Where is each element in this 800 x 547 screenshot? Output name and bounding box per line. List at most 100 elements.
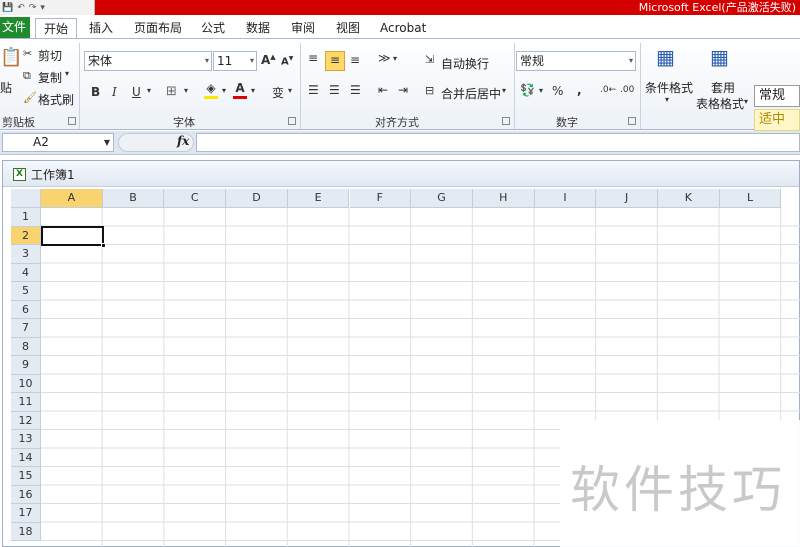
name-box[interactable]: A2 ▼ xyxy=(2,133,114,152)
align-right-icon[interactable]: ☰ xyxy=(350,83,361,97)
column-header[interactable]: I xyxy=(534,189,597,208)
tab-data[interactable]: 数据 xyxy=(246,18,270,39)
column-header[interactable]: B xyxy=(102,189,165,208)
undo-icon[interactable]: ↶ xyxy=(17,3,25,13)
tab-page-layout[interactable]: 页面布局 xyxy=(134,18,182,39)
row-header[interactable]: 11 xyxy=(11,393,41,412)
row-header[interactable]: 15 xyxy=(11,467,41,486)
increase-decimal-icon[interactable]: .0← xyxy=(600,85,616,95)
increase-indent-icon[interactable]: ⇥ xyxy=(398,83,408,97)
column-header[interactable]: C xyxy=(164,189,227,208)
number-format-combo[interactable]: 常规 ▾ xyxy=(516,51,636,71)
format-table-line2[interactable]: 表格格式 xyxy=(696,95,744,112)
column-header[interactable]: K xyxy=(658,189,720,208)
row-header[interactable]: 3 xyxy=(11,245,41,264)
tab-view[interactable]: 视图 xyxy=(336,18,360,39)
fill-color-dropdown-icon[interactable]: ▾ xyxy=(222,86,226,95)
row-header[interactable]: 16 xyxy=(11,485,41,504)
shrink-font-icon[interactable]: A▼ xyxy=(281,55,293,67)
fill-handle[interactable] xyxy=(101,243,106,248)
font-name-combo[interactable]: 宋体 ▾ xyxy=(84,51,212,71)
format-table-line1[interactable]: 套用 xyxy=(711,79,735,96)
format-table-icon[interactable]: ▦ xyxy=(710,45,729,69)
row-header[interactable]: 12 xyxy=(11,411,41,430)
row-header[interactable]: 18 xyxy=(11,522,41,541)
tab-formulas[interactable]: 公式 xyxy=(201,18,225,39)
row-header[interactable]: 4 xyxy=(11,263,41,282)
clipboard-launcher-icon[interactable] xyxy=(68,117,76,125)
column-header[interactable]: D xyxy=(226,189,288,208)
comma-button[interactable]: , xyxy=(577,83,582,97)
column-header[interactable]: G xyxy=(411,189,473,208)
phonetic-dropdown-icon[interactable]: ▾ xyxy=(288,86,292,95)
copy-dropdown-icon[interactable]: ▾ xyxy=(65,69,69,78)
merge-center-button[interactable]: 合并后居中 xyxy=(441,85,501,102)
conditional-format-dropdown-icon[interactable]: ▾ xyxy=(665,95,669,104)
save-icon[interactable]: 💾 xyxy=(2,3,13,13)
border-dropdown-icon[interactable]: ▾ xyxy=(184,86,188,95)
fill-color-icon[interactable]: ◈ xyxy=(204,81,218,99)
font-color-icon[interactable]: A xyxy=(233,81,247,99)
row-header[interactable]: 10 xyxy=(11,374,41,393)
column-header[interactable]: F xyxy=(349,189,412,208)
select-all-button[interactable] xyxy=(11,189,41,208)
row-header[interactable]: 14 xyxy=(11,448,41,467)
copy-button[interactable]: 复制 xyxy=(38,69,62,86)
wrap-text-button[interactable]: 自动换行 xyxy=(441,55,489,72)
row-header[interactable]: 2 xyxy=(11,226,41,245)
column-header[interactable]: L xyxy=(719,189,782,208)
tab-review[interactable]: 审阅 xyxy=(291,18,315,39)
paste-button[interactable]: 贴 xyxy=(0,79,12,96)
tab-home[interactable]: 开始 xyxy=(35,18,77,39)
number-launcher-icon[interactable] xyxy=(628,117,636,125)
redo-icon[interactable]: ↷ xyxy=(29,3,37,13)
conditional-format-icon[interactable]: ▦ xyxy=(656,45,675,69)
align-top-icon[interactable]: ≡ xyxy=(308,51,318,65)
tab-acrobat[interactable]: Acrobat xyxy=(380,18,426,39)
row-header[interactable]: 8 xyxy=(11,337,41,356)
align-center-icon[interactable]: ☰ xyxy=(329,83,340,97)
phonetic-icon[interactable]: 变 xyxy=(272,84,284,101)
row-header[interactable]: 6 xyxy=(11,300,41,319)
paste-icon[interactable]: 📋 xyxy=(0,47,22,68)
align-bottom-icon[interactable]: ≡ xyxy=(350,53,360,67)
conditional-format-button[interactable]: 条件格式 xyxy=(645,79,693,96)
italic-button[interactable]: I xyxy=(112,85,117,99)
align-left-icon[interactable]: ☰ xyxy=(308,83,319,97)
style-neutral[interactable]: 适中 xyxy=(754,109,800,131)
percent-button[interactable]: % xyxy=(552,84,563,98)
column-header[interactable]: E xyxy=(287,189,350,208)
underline-dropdown-icon[interactable]: ▾ xyxy=(147,86,151,95)
format-table-dropdown-icon[interactable]: ▾ xyxy=(744,97,748,106)
alignment-launcher-icon[interactable] xyxy=(502,117,510,125)
insert-function-button[interactable]: fx xyxy=(177,134,189,148)
tab-file[interactable]: 文件 xyxy=(0,17,30,39)
font-color-dropdown-icon[interactable]: ▾ xyxy=(251,86,255,95)
font-launcher-icon[interactable] xyxy=(288,117,296,125)
active-cell[interactable] xyxy=(41,226,104,246)
underline-button[interactable]: U xyxy=(132,85,141,99)
decrease-indent-icon[interactable]: ⇤ xyxy=(378,83,388,97)
formula-input[interactable] xyxy=(196,133,800,152)
style-normal[interactable]: 常规 xyxy=(754,85,800,107)
row-header[interactable]: 1 xyxy=(11,208,41,227)
orientation-dropdown-icon[interactable]: ▾ xyxy=(393,54,397,63)
font-size-combo[interactable]: 11 ▾ xyxy=(213,51,257,71)
merge-dropdown-icon[interactable]: ▾ xyxy=(502,86,506,95)
row-header[interactable]: 7 xyxy=(11,319,41,338)
bold-button[interactable]: B xyxy=(91,85,100,99)
column-header[interactable]: H xyxy=(472,189,535,208)
column-header[interactable]: J xyxy=(596,189,658,208)
grow-font-icon[interactable]: A▲ xyxy=(261,53,276,67)
format-painter-button[interactable]: 格式刷 xyxy=(38,91,74,108)
border-icon[interactable]: ⊞ xyxy=(166,84,177,99)
decrease-decimal-icon[interactable]: .00 xyxy=(620,85,634,95)
row-header[interactable]: 9 xyxy=(11,356,41,375)
row-header[interactable]: 5 xyxy=(11,282,41,301)
cut-button[interactable]: 剪切 xyxy=(38,47,62,64)
currency-dropdown-icon[interactable]: ▾ xyxy=(539,86,543,95)
column-header[interactable]: A xyxy=(41,189,103,208)
tab-insert[interactable]: 插入 xyxy=(89,18,113,39)
orientation-icon[interactable]: ≫ xyxy=(378,51,391,65)
row-header[interactable]: 17 xyxy=(11,504,41,523)
